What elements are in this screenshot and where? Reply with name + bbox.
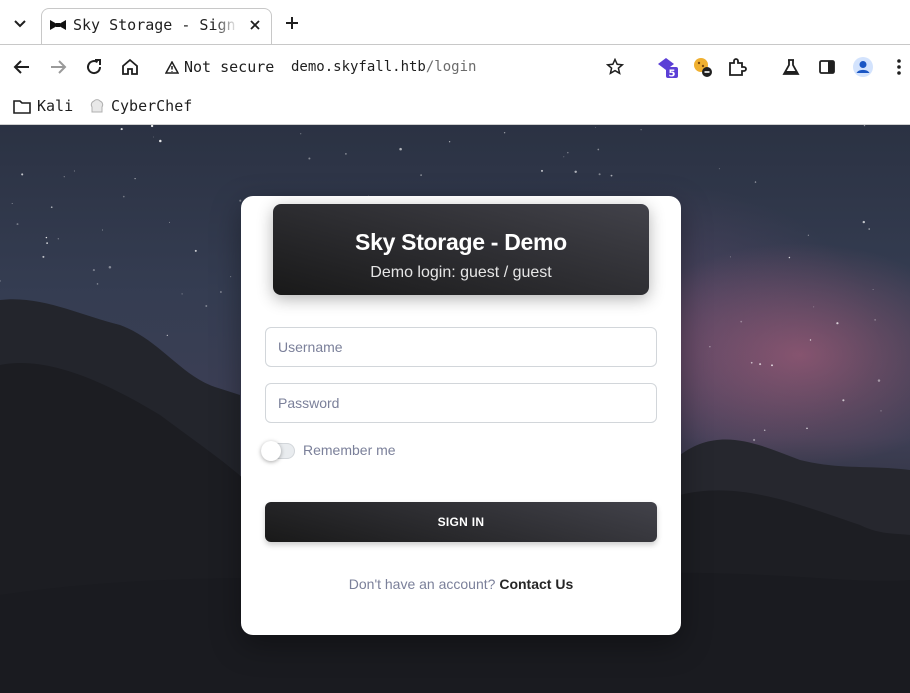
flask-icon <box>782 59 800 75</box>
warning-icon <box>165 60 179 74</box>
side-panel-icon <box>819 60 835 74</box>
browser-menu-button[interactable] <box>889 57 909 77</box>
sign-in-button[interactable]: SIGN IN <box>265 502 657 542</box>
extension-badge-icon: 5 <box>658 58 678 79</box>
contact-us-link[interactable]: Contact Us <box>499 576 573 592</box>
tab-strip: Sky Storage - Sign In <box>0 0 910 45</box>
extensions-button[interactable] <box>727 57 747 77</box>
bookmark-kali-label: Kali <box>37 97 74 115</box>
username-input[interactable] <box>265 327 657 367</box>
security-indicator[interactable]: Not secure <box>165 57 274 77</box>
card-header: Sky Storage - Demo Demo login: guest / g… <box>273 204 649 295</box>
folder-icon <box>13 99 31 114</box>
forward-button[interactable] <box>48 57 68 77</box>
login-page: Sky Storage - Demo Demo login: guest / g… <box>0 125 910 693</box>
not-secure-label: Not secure <box>184 58 275 76</box>
extension-wappalyzer-button[interactable] <box>692 57 714 77</box>
kebab-menu-icon <box>897 59 901 75</box>
tab-search-button[interactable] <box>8 13 32 35</box>
reload-button[interactable] <box>84 57 104 77</box>
tab-title: Sky Storage - Sign In <box>73 16 238 34</box>
arrow-left-icon <box>13 60 29 74</box>
card-subtitle: Demo login: guest / guest <box>370 264 552 281</box>
new-tab-plus-icon[interactable] <box>282 13 302 33</box>
toggle-knob <box>261 441 281 461</box>
star-icon <box>606 58 624 75</box>
bookmark-kali[interactable]: Kali <box>13 95 73 117</box>
password-input[interactable] <box>265 383 657 423</box>
side-panel-button[interactable] <box>817 57 837 77</box>
url-host: demo.skyfall.htb <box>291 59 426 75</box>
url-path: /login <box>425 59 477 75</box>
bookmark-cyberchef-label: CyberChef <box>111 97 193 115</box>
bookmark-cyberchef[interactable]: CyberChef <box>89 95 192 117</box>
card-title: Sky Storage - Demo <box>355 229 567 255</box>
signup-prompt: Don't have an account? Contact Us <box>241 576 681 592</box>
chevron-down-icon <box>14 20 26 28</box>
remember-me-label[interactable]: Remember me <box>303 442 396 458</box>
arrow-right-icon <box>51 60 67 74</box>
bookmark-star-button[interactable] <box>605 57 625 77</box>
bookmarks-bar: Kali CyberChef <box>0 89 910 124</box>
extension-badge-count: 5 <box>669 69 676 79</box>
cyberchef-icon <box>90 99 104 113</box>
avatar-icon <box>853 57 873 77</box>
back-button[interactable] <box>12 57 32 77</box>
remember-me-toggle[interactable] <box>261 441 295 461</box>
signup-prompt-text: Don't have an account? <box>348 576 496 592</box>
extension-foxyproxy-button[interactable]: 5 <box>656 57 680 79</box>
puzzle-icon <box>729 58 747 76</box>
close-tab-icon[interactable] <box>247 17 263 33</box>
login-card: Sky Storage - Demo Demo login: guest / g… <box>241 196 681 635</box>
bowtie-favicon-icon <box>50 20 66 30</box>
browser-toolbar: Not secure demo.skyfall.htb/login 5 <box>0 45 910 89</box>
labs-button[interactable] <box>781 57 801 77</box>
active-tab[interactable]: Sky Storage - Sign In <box>41 8 272 45</box>
home-icon <box>122 58 138 75</box>
cookie-extension-icon <box>694 58 712 77</box>
address-bar[interactable]: demo.skyfall.htb/login <box>291 59 476 75</box>
profile-button[interactable] <box>851 57 875 77</box>
reload-icon <box>87 59 102 75</box>
home-button[interactable] <box>120 57 140 77</box>
